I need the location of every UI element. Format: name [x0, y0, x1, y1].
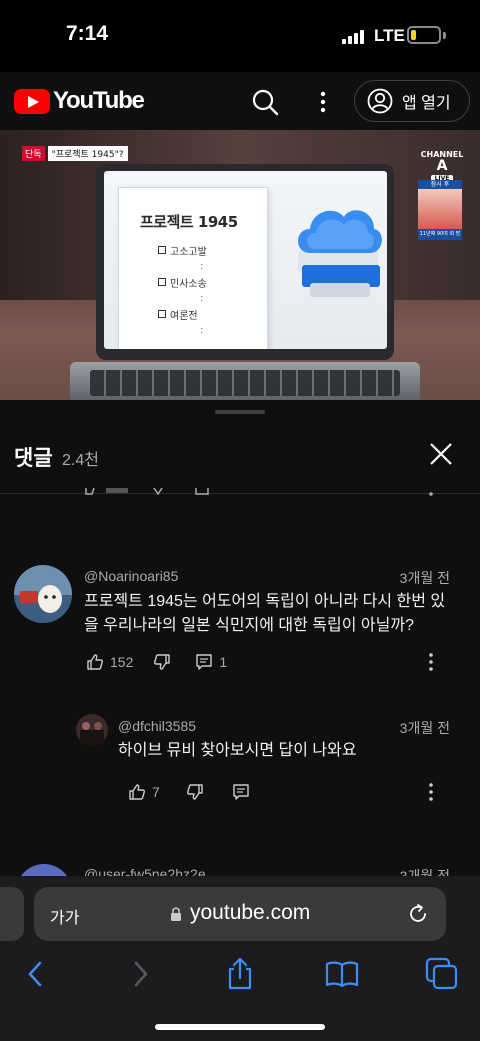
comment-author[interactable]: @user-fw5ne2hz2e [84, 866, 206, 876]
reply-count: 1 [219, 654, 228, 670]
search-icon[interactable] [251, 88, 279, 116]
home-indicator[interactable] [155, 1024, 325, 1030]
like-count: 152 [110, 654, 134, 670]
drag-handle[interactable] [215, 410, 265, 414]
comments-count: 2.4천 [62, 452, 99, 469]
signal-icon [342, 28, 366, 44]
thumb-up-icon[interactable] [128, 783, 146, 801]
document-item: 고소고발 [158, 243, 207, 258]
side-preview-top: 잠시 후 [418, 180, 462, 189]
side-preview: 잠시 후 11년째 90여 회 방문? [418, 180, 462, 240]
document-title: 프로젝트 1945 [140, 213, 238, 231]
more-vert-icon[interactable] [423, 782, 439, 802]
comment-text: 프로젝트 1945는 어도어의 독립이 아니라 다시 한번 있 [84, 593, 446, 610]
reply-icon[interactable] [232, 783, 250, 801]
reply-icon[interactable] [195, 653, 213, 671]
comment-text: 하이브 뮤비 찾아보시면 답이 나와요 [118, 742, 357, 759]
comment-author[interactable]: @Noarinoari85 [84, 568, 178, 584]
comments-panel: 댓글 2.4천 @Noarinoari85 3개월 전 프로젝트 1945는 어… [0, 400, 480, 876]
open-app-label: 앱 열기 [402, 95, 451, 112]
comment-author[interactable]: @dfchil3585 [118, 718, 196, 734]
more-vert-icon[interactable] [423, 652, 439, 672]
channel-logo-line2: A [436, 158, 448, 174]
lock-icon [171, 907, 181, 921]
comment-actions: 152 1 [86, 653, 227, 671]
chevron-left-icon[interactable] [18, 956, 54, 992]
text-size-button[interactable]: 가가 [50, 904, 79, 928]
news-tag: 단독 "프로젝트 1945"? [22, 146, 128, 161]
thumb-up-icon[interactable] [86, 653, 104, 671]
document-dots: · · [200, 259, 204, 274]
avatar[interactable] [16, 864, 72, 876]
network-label: LTE [374, 26, 405, 45]
comments-title: 댓글 [14, 447, 53, 470]
url-text[interactable]: youtube.com [190, 901, 310, 925]
browser-nav-row [0, 956, 480, 996]
tabs-icon[interactable] [424, 956, 460, 992]
account-icon [367, 88, 393, 114]
previous-tab-preview[interactable] [0, 887, 24, 941]
share-icon[interactable] [222, 956, 258, 992]
thumb-down-icon[interactable] [186, 783, 204, 801]
book-icon[interactable] [324, 956, 360, 992]
comment-time: 3개월 전 [399, 868, 450, 876]
news-tag-title: "프로젝트 1945"? [47, 146, 128, 161]
video-player[interactable]: 단독 "프로젝트 1945"? CHANNEL A LIVE 잠시 후 11년째… [0, 130, 480, 400]
cloud-graphic [298, 210, 382, 297]
avatar[interactable] [14, 565, 72, 623]
laptop-keyboard [90, 370, 400, 396]
address-bar[interactable]: 가가 youtube.com [34, 887, 446, 941]
channel-logo: CHANNEL A LIVE [420, 150, 464, 182]
document-dots: · · [200, 323, 204, 338]
document-item: 민사소송 [158, 275, 207, 290]
battery-icon [407, 26, 441, 44]
avatar[interactable] [76, 714, 108, 746]
thumb-down-icon[interactable] [153, 653, 171, 671]
comment-text: 을 우리나라의 일본 식민지에 대한 독립이 아닐까? [84, 617, 414, 634]
battery-nub [443, 32, 446, 39]
close-icon[interactable] [427, 440, 455, 468]
laptop-screen: 프로젝트 1945 고소고발 · · 민사소송 · · 여론전 · · [104, 171, 387, 349]
comment-actions: 7 [128, 783, 250, 801]
youtube-logo-text: YouTube [53, 87, 145, 114]
news-tag-label: 단독 [22, 146, 45, 161]
youtube-logo[interactable]: YouTube [14, 86, 145, 116]
status-bar: 7:14 LTE [0, 0, 480, 72]
more-vert-icon[interactable] [312, 88, 334, 116]
open-app-button[interactable]: 앱 열기 [354, 80, 470, 122]
document-dots: · · [200, 291, 204, 306]
comment-time: 3개월 전 [399, 570, 450, 586]
status-time: 7:14 [66, 22, 109, 45]
youtube-play-icon [14, 88, 50, 114]
browser-toolbar: 가가 youtube.com [0, 876, 480, 1041]
youtube-header: YouTube 앱 열기 [0, 72, 480, 130]
side-preview-image [418, 189, 462, 229]
side-preview-caption: 11년째 90여 회 방문? [418, 229, 462, 240]
chevron-right-icon[interactable] [122, 956, 158, 992]
scrolled-comment-actions [85, 488, 433, 496]
comment-time: 3개월 전 [399, 720, 450, 736]
like-count: 7 [152, 784, 160, 800]
reload-icon[interactable] [406, 902, 430, 926]
document-item: 여론전 [158, 307, 198, 322]
